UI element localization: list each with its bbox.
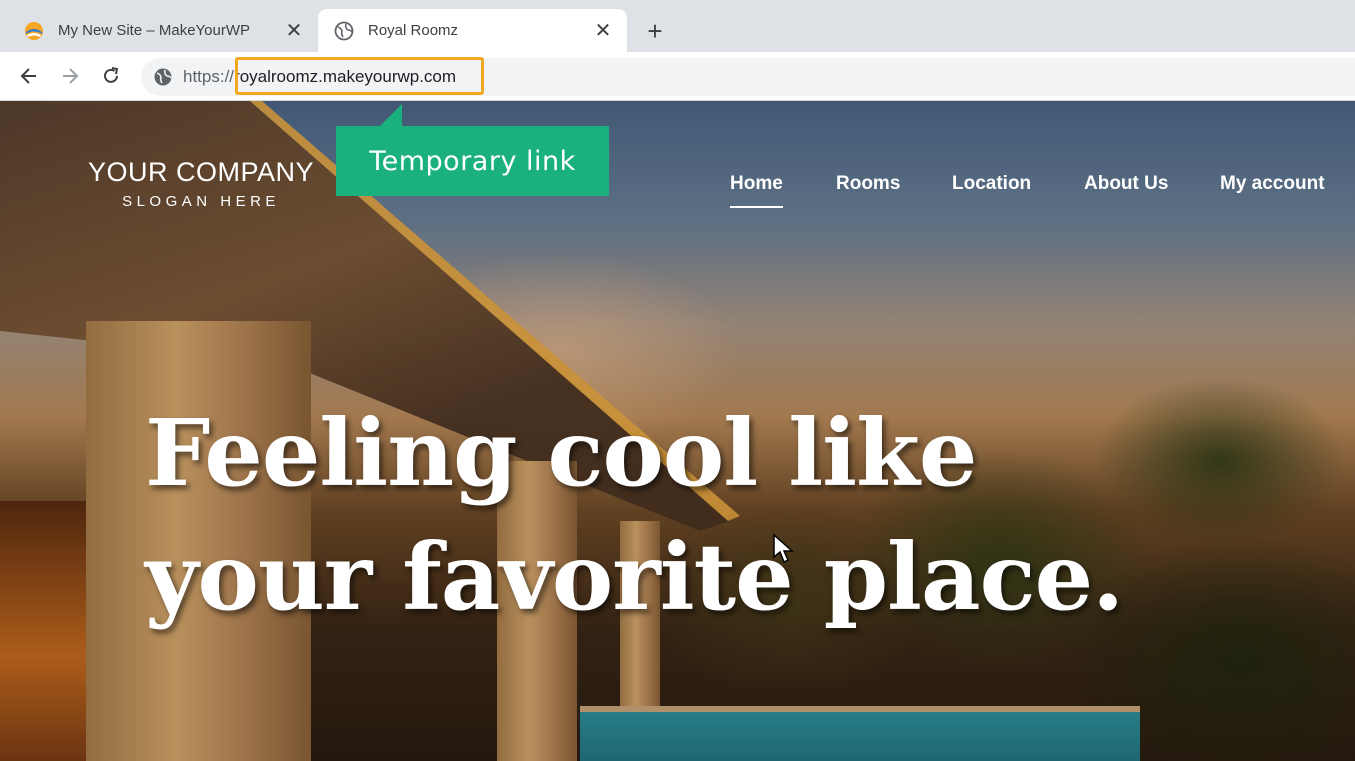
nav-location[interactable]: Location <box>952 173 1031 195</box>
nav-about-us[interactable]: About Us <box>1084 173 1168 195</box>
temporary-link-callout: Temporary link <box>336 126 609 196</box>
tab-title: My New Site – MakeYourWP <box>58 22 251 39</box>
mouse-cursor-icon <box>773 533 794 564</box>
site-info-globe-icon[interactable] <box>153 67 173 87</box>
makeyourwp-favicon-icon <box>25 21 43 40</box>
reload-button[interactable] <box>95 60 127 92</box>
close-tab-icon[interactable]: ✕ <box>284 21 304 41</box>
main-navigation: Home Rooms Location About Us My account <box>0 173 1355 213</box>
tab-title: Royal Roomz <box>368 22 459 39</box>
browser-tab-bar: My New Site – MakeYourWP ✕ Royal Roomz ✕… <box>0 0 1355 52</box>
reload-icon <box>104 67 119 83</box>
hero-heading-line-2: your favorite place. <box>145 523 1124 631</box>
nav-home[interactable]: Home <box>730 173 783 208</box>
back-button[interactable] <box>13 60 45 92</box>
new-tab-button[interactable]: + <box>640 16 670 46</box>
callout-pointer <box>378 104 402 128</box>
globe-icon <box>334 21 354 40</box>
nav-rooms[interactable]: Rooms <box>836 173 900 195</box>
hero-heading-line-1: Feeling cool like <box>145 399 977 507</box>
browser-toolbar: https://royalroomz.makeyourwp.com <box>0 52 1355 101</box>
hero-heading: Feeling cool like your favorite place. <box>145 391 1245 639</box>
close-tab-icon[interactable]: ✕ <box>593 21 613 41</box>
url-highlight-box <box>235 57 484 95</box>
tab-royal-roomz[interactable]: Royal Roomz ✕ <box>318 9 627 52</box>
nav-my-account[interactable]: My account <box>1220 173 1325 195</box>
forward-button[interactable] <box>54 60 86 92</box>
website-hero: YOUR COMPANY SLOGAN HERE Home Rooms Loca… <box>0 101 1355 761</box>
tab-my-new-site[interactable]: My New Site – MakeYourWP ✕ <box>0 9 318 52</box>
url-scheme: https:// <box>183 67 235 86</box>
arrow-left-icon <box>20 68 36 84</box>
arrow-right-icon <box>63 68 79 84</box>
